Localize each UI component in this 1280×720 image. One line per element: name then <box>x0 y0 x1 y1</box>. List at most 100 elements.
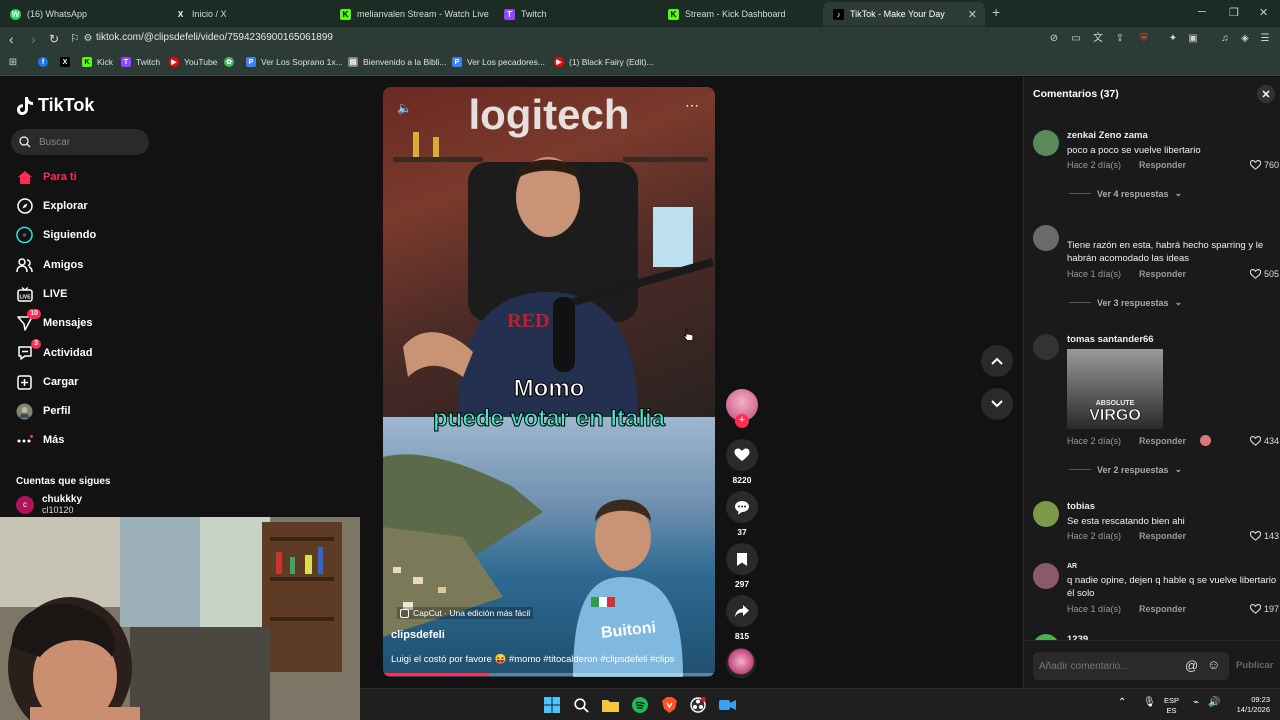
tab-tiktok[interactable]: ♪ TikTok - Make Your Day ✕ <box>823 2 985 26</box>
more-options-icon[interactable]: ⋯ <box>685 97 700 114</box>
address-bar[interactable]: tiktok.com/@clipsdefeli/video/7594236900… <box>96 32 333 43</box>
bookmark-black-fairy[interactable]: ▶ (1) Black Fairy (Edit)... <box>554 57 654 67</box>
music-icon[interactable]: ♫ <box>1219 33 1231 45</box>
tab-twitch[interactable]: T Twitch <box>494 2 654 26</box>
translate-icon[interactable]: 文 <box>1092 33 1104 45</box>
view-replies-button[interactable]: Ver 4 respuestas ⌄ <box>1069 188 1182 199</box>
brave-shield-icon[interactable]: ⛨ <box>1138 33 1150 45</box>
reply-button[interactable]: Responder <box>1139 160 1186 170</box>
search-input[interactable] <box>39 136 139 148</box>
video-progress-bar[interactable] <box>383 673 715 676</box>
bookmark-youtube[interactable]: ▶ YouTube <box>169 57 217 67</box>
comment-user[interactable]: tomas santander66 <box>1067 334 1154 345</box>
save-action[interactable]: 297 <box>726 543 758 589</box>
bookmark-facebook[interactable]: f <box>38 57 48 67</box>
nav-explorar[interactable]: Explorar <box>16 196 88 216</box>
close-tab-icon[interactable]: ✕ <box>968 8 977 21</box>
comment-user[interactable]: tobias <box>1067 501 1095 512</box>
view-replies-button[interactable]: Ver 2 respuestas ⌄ <box>1069 464 1182 475</box>
brave-button[interactable] <box>660 696 678 714</box>
comment-like[interactable]: 197 <box>1249 604 1279 614</box>
tab-whatsapp[interactable]: W (16) WhatsApp <box>0 2 165 26</box>
nav-cargar[interactable]: Cargar <box>16 372 78 392</box>
following-account[interactable]: c chukkky cl10120 <box>16 494 82 515</box>
restore-icon[interactable]: ❐ <box>1229 6 1239 19</box>
sound-disc[interactable] <box>726 648 758 678</box>
avatar[interactable] <box>1033 334 1059 360</box>
bookmark-soprano[interactable]: P Ver Los Soprano 1x... <box>246 57 343 67</box>
comment-like[interactable]: 434 <box>1249 436 1279 446</box>
like-button[interactable] <box>726 439 758 471</box>
bookmark-pecadores[interactable]: P Ver Los pecadores... <box>452 57 545 67</box>
save-button[interactable] <box>726 543 758 575</box>
new-tab-icon[interactable]: + <box>992 4 1000 20</box>
close-window-icon[interactable]: ✕ <box>1259 6 1268 19</box>
follow-plus-icon[interactable]: + <box>735 414 749 428</box>
reply-button[interactable]: Responder <box>1139 436 1186 446</box>
avatar[interactable] <box>1033 130 1059 156</box>
close-comments-button[interactable] <box>1257 85 1275 103</box>
nav-mas[interactable]: Más <box>16 430 64 450</box>
site-settings-icon[interactable]: ⚙ <box>82 33 94 45</box>
capcut-tag[interactable]: CapCut · Una edición más fácil <box>397 607 534 619</box>
comment-input-box[interactable]: @ ☺ <box>1033 652 1229 680</box>
nav-para-ti[interactable]: Para ti <box>16 167 77 187</box>
share-icon[interactable]: ⇪ <box>1114 33 1126 45</box>
bookmark-kick[interactable]: K Kick <box>82 57 113 67</box>
minimize-icon[interactable]: ─ <box>1198 6 1206 18</box>
reload-icon[interactable]: ↻ <box>49 31 59 47</box>
nav-siguiendo[interactable]: Siguiendo <box>16 225 96 245</box>
taskbar-search-button[interactable] <box>572 696 590 714</box>
comment-like[interactable]: 760 <box>1249 160 1279 170</box>
reply-button[interactable]: Responder <box>1139 531 1186 541</box>
extensions-icon[interactable]: ✦ <box>1167 33 1179 45</box>
publish-button[interactable]: Publicar <box>1236 660 1274 671</box>
tab-x[interactable]: X Inicio / X <box>165 2 330 26</box>
video-player[interactable]: logitech RED X Buitoni Momo puede votar … <box>383 87 715 677</box>
spotify-button[interactable] <box>631 696 649 714</box>
reply-button[interactable]: Responder <box>1139 604 1186 614</box>
share-button[interactable] <box>726 595 758 627</box>
camera-app-button[interactable] <box>718 696 736 714</box>
tab-kick-dashboard[interactable]: K Stream - Kick Dashboard <box>658 2 823 26</box>
speaker-icon[interactable]: 🔊 <box>1208 698 1220 708</box>
share-action[interactable]: 815 <box>726 595 758 641</box>
bookmark-extension[interactable]: ✿ <box>224 57 234 67</box>
menu-icon[interactable]: ☰ <box>1259 33 1271 45</box>
no-tracking-icon[interactable]: ⊘ <box>1048 33 1060 45</box>
sidebar-icon[interactable]: ▣ <box>1187 33 1199 45</box>
comment-like[interactable]: 505 <box>1249 269 1279 279</box>
start-button[interactable] <box>543 696 561 714</box>
nav-live[interactable]: LIVE LIVE <box>16 284 67 304</box>
comment-action[interactable]: 37 <box>726 491 758 537</box>
apps-icon[interactable]: ⊞ <box>7 57 19 69</box>
obs-button[interactable] <box>689 696 707 714</box>
volume-icon[interactable]: 🔈 <box>397 101 412 115</box>
emoji-icon[interactable]: ☺ <box>1207 657 1220 672</box>
comment-input[interactable] <box>1039 660 1179 672</box>
view-replies-button[interactable]: Ver 3 respuestas ⌄ <box>1069 297 1182 308</box>
comment-user[interactable]: AR <box>1067 563 1077 570</box>
network-icon[interactable]: ⌁ <box>1193 698 1199 708</box>
bookmark-icon[interactable]: ⚐ <box>70 31 80 47</box>
mention-icon[interactable]: @ <box>1185 658 1198 673</box>
author-avatar-button[interactable]: + <box>726 389 758 428</box>
back-icon[interactable]: ‹ <box>9 31 14 47</box>
file-explorer-button[interactable] <box>601 696 619 714</box>
bookmark-twitch[interactable]: T Twitch <box>121 57 160 67</box>
reply-button[interactable]: Responder <box>1139 269 1186 279</box>
tiktok-logo[interactable]: TikTok <box>16 95 94 116</box>
clock[interactable]: 09:23 14/1/2026 <box>1225 695 1270 715</box>
comment-user[interactable]: zenkai Zeno zama <box>1067 130 1148 141</box>
forward-icon[interactable]: › <box>31 31 36 47</box>
search-box[interactable] <box>11 129 149 155</box>
cast-icon[interactable]: ▭ <box>1070 33 1082 45</box>
avatar[interactable] <box>1033 563 1059 589</box>
avatar[interactable] <box>1033 225 1059 251</box>
nav-perfil[interactable]: Perfil <box>16 401 71 421</box>
tab-kick-stream[interactable]: K melianvalen Stream - Watch Live on <box>330 2 490 26</box>
comment-button[interactable] <box>726 491 758 523</box>
nav-amigos[interactable]: Amigos <box>16 255 83 275</box>
nav-actividad[interactable]: 3 Actividad <box>16 338 93 363</box>
language-indicator[interactable]: ESP ES <box>1164 696 1179 716</box>
